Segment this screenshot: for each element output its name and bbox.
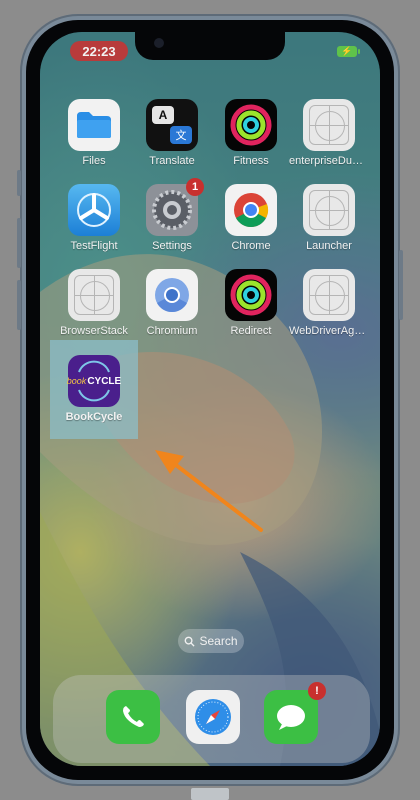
files-icon <box>68 99 120 151</box>
translate-icon: A 文 <box>146 99 198 151</box>
power-button <box>399 250 403 320</box>
placeholder-app-icon <box>303 269 355 321</box>
placeholder-app-icon <box>303 99 355 151</box>
translate-zh-glyph: 文 <box>170 126 192 144</box>
front-camera <box>154 38 164 48</box>
app-label: Settings <box>152 240 192 252</box>
notification-badge: 1 <box>186 178 204 196</box>
app-label: Launcher <box>306 240 352 252</box>
app-label: Translate <box>149 155 195 167</box>
logo-book-text: book <box>66 375 87 386</box>
spotlight-search-button[interactable]: Search <box>178 629 244 653</box>
redirect-rings-icon <box>225 269 277 321</box>
app-launcher[interactable]: Launcher <box>289 184 369 252</box>
placeholder-app-icon <box>68 269 120 321</box>
app-browserstack[interactable]: BrowserStack <box>54 269 134 337</box>
chromium-icon <box>146 269 198 321</box>
phone-icon <box>123 706 144 727</box>
messages-bubble-icon <box>277 705 305 730</box>
battery-icon: ⚡ <box>337 46 360 57</box>
app-label: BrowserStack <box>60 325 128 337</box>
bookcycle-icon: book CYCLE <box>66 355 122 407</box>
app-redirect[interactable]: Redirect <box>211 269 291 337</box>
dock-phone-app[interactable] <box>106 690 160 744</box>
dock-safari-app[interactable] <box>186 690 240 744</box>
charging-cable <box>191 788 229 800</box>
app-label: Redirect <box>230 325 272 337</box>
app-chromium[interactable]: Chromium <box>132 269 212 337</box>
app-settings[interactable]: 1 Settings <box>132 178 212 252</box>
app-bookcycle[interactable]: book CYCLE BookCycle <box>54 355 134 423</box>
app-label: enterpriseDum... <box>289 155 369 167</box>
status-time[interactable]: 22:23 <box>70 41 128 61</box>
app-label: WebDriverAge... <box>289 325 369 337</box>
app-label: Files <box>82 155 106 167</box>
app-label: BookCycle <box>65 411 123 423</box>
app-label: Fitness <box>233 155 269 167</box>
app-webdriveragent[interactable]: WebDriverAge... <box>289 269 369 337</box>
fitness-rings-icon <box>225 99 277 151</box>
placeholder-app-icon <box>303 184 355 236</box>
settings-gear-icon: 1 <box>146 178 204 236</box>
app-testflight[interactable]: TestFlight <box>54 184 134 252</box>
app-label: Chromium <box>146 325 198 337</box>
translate-a-glyph: A <box>152 106 174 124</box>
app-files[interactable]: Files <box>54 99 134 167</box>
safari-compass-icon <box>195 699 231 735</box>
app-translate[interactable]: A 文 Translate <box>132 99 212 167</box>
app-label: Chrome <box>231 240 271 252</box>
app-chrome[interactable]: Chrome <box>211 184 291 252</box>
mute-switch <box>17 170 21 196</box>
search-icon <box>185 636 196 647</box>
volume-down-button <box>17 280 21 330</box>
notification-badge: ! <box>308 682 326 700</box>
dock-messages-app[interactable]: ! <box>264 682 326 744</box>
testflight-propeller-icon <box>68 184 120 236</box>
app-enterprise[interactable]: enterpriseDum... <box>289 99 369 167</box>
logo-cycle-text: CYCLE <box>87 375 122 387</box>
search-label: Search <box>199 634 238 648</box>
volume-up-button <box>17 218 21 268</box>
app-fitness[interactable]: Fitness <box>211 99 291 167</box>
app-label: TestFlight <box>70 240 118 252</box>
chrome-icon <box>225 184 277 236</box>
